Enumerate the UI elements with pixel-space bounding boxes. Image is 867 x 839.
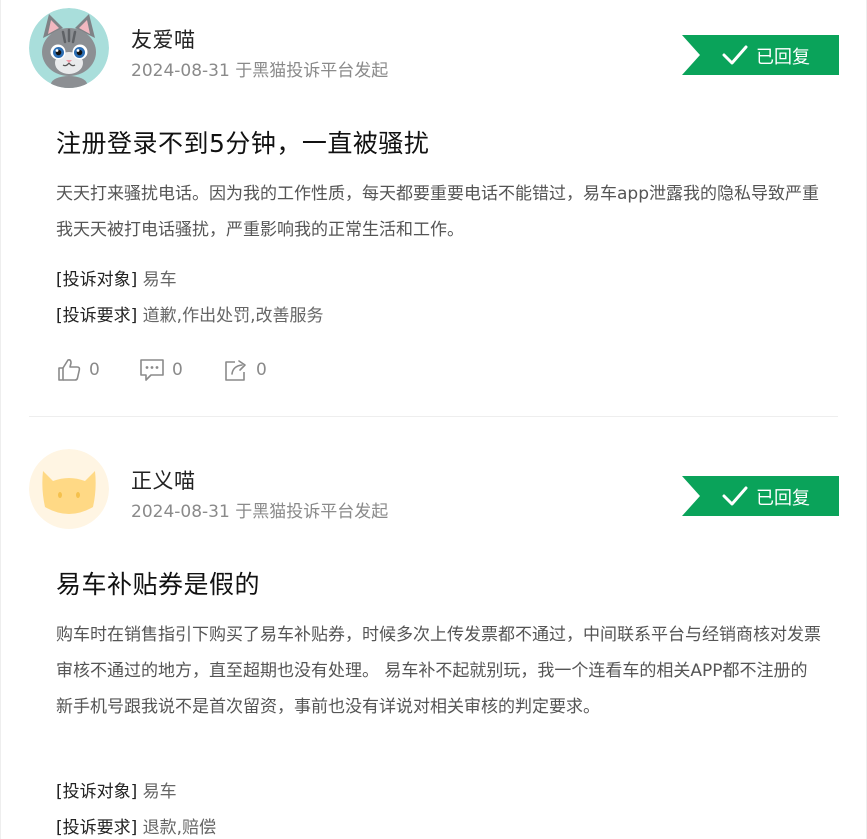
- comment-icon: [140, 359, 164, 381]
- like-count: 0: [89, 360, 100, 380]
- share-button[interactable]: 0: [223, 356, 267, 384]
- field-label: [投诉要求]: [56, 818, 138, 838]
- complaint-target: [投诉对象] 易车: [56, 265, 177, 290]
- username[interactable]: 友爱喵: [131, 24, 196, 54]
- field-label: [投诉对象]: [56, 270, 138, 290]
- field-value: 道歉,作出处罚,改善服务: [142, 306, 324, 326]
- comment-button[interactable]: 0: [139, 356, 183, 384]
- field-label: [投诉要求]: [56, 306, 138, 326]
- complaint-title[interactable]: 注册登录不到5分钟，一直被骚扰: [56, 124, 429, 160]
- complaint-body: 购车时在销售指引下购买了易车补贴券，时候多次上传发票都不通过，中间联系平台与经销…: [56, 625, 821, 717]
- complaint-body: 天天打来骚扰电话。因为我的工作性质，每天都要重要电话不能错过，易车app泄露我的…: [56, 184, 819, 240]
- status-badge: 已回复: [682, 35, 839, 75]
- field-label: [投诉对象]: [56, 782, 138, 802]
- post-meta: 2024-08-31 于黑猫投诉平台发起: [131, 502, 389, 522]
- status-badge: 已回复: [682, 476, 839, 516]
- complaint-feed: 友爱喵 2024-08-31 于黑猫投诉平台发起 已回复 注册登录不到5分钟，一…: [0, 0, 867, 839]
- thumbs-up-icon: [58, 359, 81, 381]
- username[interactable]: 正义喵: [131, 465, 196, 495]
- field-value: 易车: [142, 270, 177, 290]
- status-badge-label: 已回复: [756, 47, 810, 68]
- comment-count: 0: [172, 360, 183, 380]
- gray-cat-avatar-icon[interactable]: [29, 8, 109, 88]
- status-badge-label: 已回复: [756, 488, 810, 509]
- complaint-demand: [投诉要求] 退款,赔偿: [56, 813, 216, 838]
- complaint-card[interactable]: 正义喵 2024-08-31 于黑猫投诉平台发起 已回复 易车补贴券是假的 购车…: [1, 417, 866, 839]
- yellow-cat-avatar-icon[interactable]: [29, 449, 109, 529]
- post-meta: 2024-08-31 于黑猫投诉平台发起: [131, 61, 389, 81]
- like-button[interactable]: 0: [56, 356, 100, 384]
- share-count: 0: [256, 360, 267, 380]
- check-icon: [722, 486, 748, 506]
- share-icon: [225, 360, 246, 381]
- complaint-title[interactable]: 易车补贴券是假的: [56, 565, 260, 601]
- check-icon: [722, 45, 748, 65]
- complaint-demand: [投诉要求] 道歉,作出处罚,改善服务: [56, 301, 323, 326]
- field-value: 退款,赔偿: [142, 818, 217, 838]
- field-value: 易车: [142, 782, 177, 802]
- complaint-card[interactable]: 友爱喵 2024-08-31 于黑猫投诉平台发起 已回复 注册登录不到5分钟，一…: [1, 0, 866, 416]
- complaint-target: [投诉对象] 易车: [56, 777, 177, 802]
